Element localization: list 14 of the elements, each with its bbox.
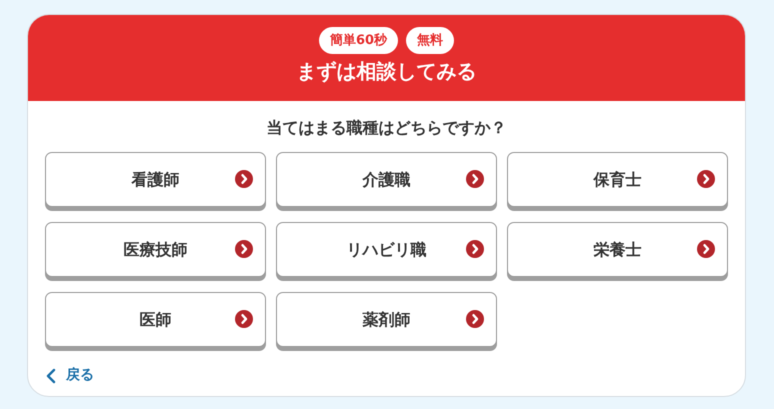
chevron-right-icon xyxy=(235,310,253,328)
chevron-right-icon xyxy=(697,240,715,258)
back-link[interactable]: 戻る xyxy=(46,365,94,386)
header-title: まずは相談してみる xyxy=(296,59,476,83)
chevron-right-icon xyxy=(466,240,484,258)
chevron-right-icon xyxy=(235,170,253,188)
question-text: 当てはまる職種はどちらですか？ xyxy=(266,118,506,137)
header-badge: 無料 xyxy=(406,27,454,54)
header-badge: 簡単60秒 xyxy=(318,27,398,54)
chevron-right-icon xyxy=(697,170,715,188)
chevron-right-icon xyxy=(235,240,253,258)
chevron-right-icon xyxy=(466,170,484,188)
chevron-right-icon xyxy=(466,310,484,328)
chevron-left-icon xyxy=(46,368,56,384)
